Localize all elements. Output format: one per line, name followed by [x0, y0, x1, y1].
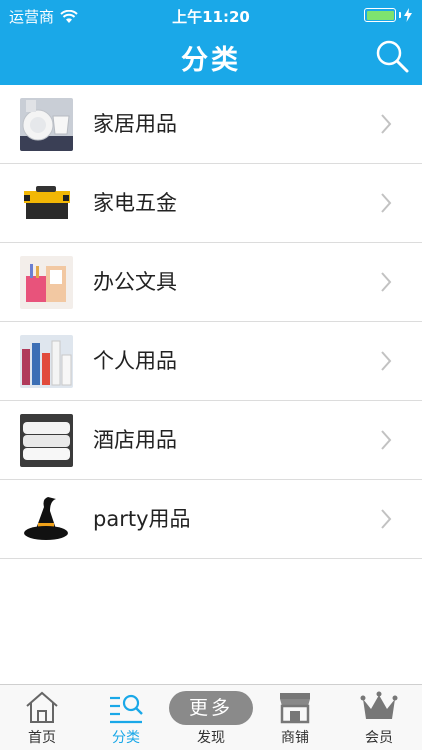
- battery-icon: [364, 8, 412, 22]
- tab-home[interactable]: 首页: [0, 685, 84, 750]
- tab-category[interactable]: 分类: [84, 685, 168, 750]
- list-item-label: 家居用品: [93, 112, 177, 136]
- home-icon: [26, 691, 58, 723]
- chevron-right-icon: [381, 272, 392, 292]
- list-item-label: 家电五金: [93, 191, 177, 215]
- list-item-label: 办公文具: [93, 270, 177, 294]
- tab-category-label: 分类: [112, 730, 140, 746]
- list-item[interactable]: 家电五金: [0, 164, 422, 243]
- status-time: 上午11:20: [172, 8, 250, 26]
- towels-icon: [20, 414, 73, 467]
- category-list: 家居用品 家电五金 办公文具 个人用品 酒店用品 party用品: [0, 85, 422, 559]
- list-item-label: party用品: [93, 507, 191, 531]
- toolbox-icon: [20, 177, 73, 230]
- desk-organizer-icon: [20, 256, 73, 309]
- list-item-label: 个人用品: [93, 349, 177, 373]
- list-item[interactable]: 个人用品: [0, 322, 422, 401]
- tab-member-label: 会员: [365, 730, 393, 746]
- search-icon[interactable]: [374, 38, 410, 74]
- list-item[interactable]: party用品: [0, 480, 422, 559]
- chevron-right-icon: [381, 351, 392, 371]
- toiletries-icon: [20, 335, 73, 388]
- chevron-right-icon: [381, 114, 392, 134]
- shop-icon: [280, 693, 310, 724]
- charging-bolt-icon: [404, 8, 412, 22]
- tab-bar: 首页 分类 更多 发现 商铺 会员: [0, 684, 422, 750]
- list-item-label: 酒店用品: [93, 428, 177, 452]
- chevron-right-icon: [381, 509, 392, 529]
- tab-member[interactable]: 会员: [337, 685, 421, 750]
- tab-discover-label[interactable]: 发现: [169, 727, 253, 747]
- tab-home-label: 首页: [28, 730, 56, 746]
- header: 运营商 上午11:20 分类: [0, 0, 422, 85]
- tab-shop[interactable]: 商铺: [253, 685, 337, 750]
- dishes-icon: [20, 98, 73, 151]
- chevron-right-icon: [381, 430, 392, 450]
- list-item[interactable]: 办公文具: [0, 243, 422, 322]
- list-item[interactable]: 酒店用品: [0, 401, 422, 480]
- chevron-right-icon: [381, 193, 392, 213]
- crown-icon: [360, 691, 398, 719]
- witch-hat-icon: [20, 493, 73, 546]
- page-title: 分类: [181, 45, 241, 76]
- tab-shop-label: 商铺: [281, 730, 309, 746]
- list-item[interactable]: 家居用品: [0, 85, 422, 164]
- more-button[interactable]: 更多: [169, 691, 253, 725]
- category-list-icon: [110, 694, 143, 724]
- status-bar: 运营商 上午11:20: [0, 0, 422, 30]
